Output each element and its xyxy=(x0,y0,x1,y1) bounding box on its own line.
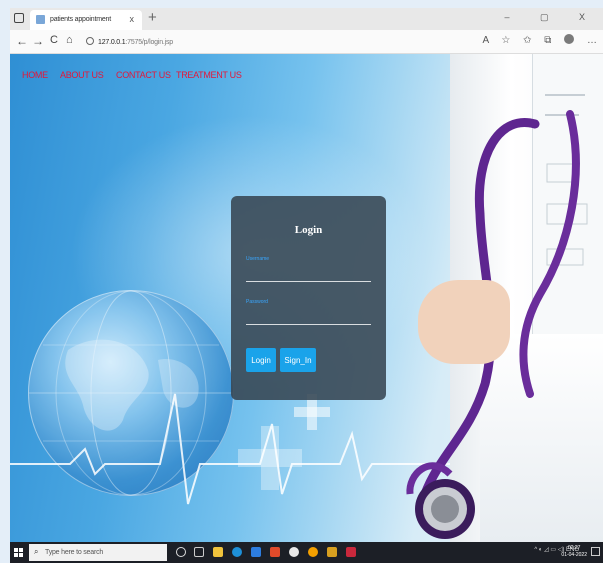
address-bar-row: ← → C ⌂ 127.0.0.1:7575/p/login.jsp A ☆ ✩… xyxy=(10,30,603,54)
taskbar-search-placeholder: Type here to search xyxy=(45,549,104,556)
window-controls[interactable]: – ▢ X xyxy=(504,12,599,23)
sign-in-button[interactable]: Sign_In xyxy=(280,348,316,372)
nav-treatment-link[interactable]: TREATMENT US xyxy=(176,70,242,80)
home-icon[interactable]: ⌂ xyxy=(66,34,73,46)
taskbar-search-box[interactable]: ⌕ Type here to search xyxy=(29,544,167,561)
site-info-icon[interactable] xyxy=(86,37,94,45)
windows-start-icon[interactable] xyxy=(14,548,24,558)
taskbar-clock[interactable]: 02:27 01-04-2022 xyxy=(561,545,587,559)
tab-title: patients appointment xyxy=(50,16,111,23)
login-card: Login Username Password Login Sign_In xyxy=(231,196,386,400)
login-button[interactable]: Login xyxy=(246,348,276,372)
settings-gear-icon[interactable] xyxy=(289,547,299,557)
profile-avatar[interactable] xyxy=(564,34,575,46)
acrobat-icon[interactable] xyxy=(346,547,356,557)
new-tab-button[interactable]: + xyxy=(148,9,157,26)
password-label: Password xyxy=(246,299,268,305)
search-icon: ⌕ xyxy=(34,547,39,556)
windows-taskbar: ⌕ Type here to search ^ ◐ ◿ ▭ ◁) ENG 02:… xyxy=(10,542,603,563)
forward-icon[interactable]: → xyxy=(32,34,44,48)
task-view-icon[interactable] xyxy=(194,547,204,557)
notification-icon[interactable] xyxy=(591,547,600,556)
collections-icon[interactable]: ⧉ xyxy=(544,35,551,46)
favorite-star-icon[interactable]: ☆ xyxy=(501,35,510,46)
refresh-icon[interactable]: C xyxy=(50,34,58,46)
cortana-icon[interactable] xyxy=(176,547,186,557)
screen: patients appointment x + – ▢ X ← → C ⌂ 1… xyxy=(0,0,603,563)
store-icon[interactable] xyxy=(251,547,261,557)
back-icon[interactable]: ← xyxy=(16,34,28,48)
file-explorer-icon[interactable] xyxy=(213,547,223,557)
nav-contact-link[interactable]: CONTACT US xyxy=(116,70,171,80)
browser-tab-bar: patients appointment x + – ▢ X xyxy=(10,8,603,30)
window-menu-icon[interactable] xyxy=(14,13,24,23)
password-input[interactable] xyxy=(246,313,371,325)
login-title: Login xyxy=(294,224,323,236)
url-field[interactable]: 127.0.0.1:7575/p/login.jsp xyxy=(86,37,173,46)
more-menu-icon[interactable]: … xyxy=(587,35,597,46)
sublime-icon[interactable] xyxy=(327,547,337,557)
favorites-icon[interactable]: ✩ xyxy=(523,35,531,46)
read-aloud-icon[interactable]: A xyxy=(482,35,488,46)
url-host: 127.0.0.1 xyxy=(98,39,126,46)
username-label: Username xyxy=(246,256,270,262)
chrome-icon[interactable] xyxy=(308,547,318,557)
username-input[interactable] xyxy=(246,270,371,282)
doctor-hand-image xyxy=(418,280,510,364)
clock-date: 01-04-2022 xyxy=(561,552,587,558)
browser-tab[interactable]: patients appointment x xyxy=(30,10,142,30)
nav-about-link[interactable]: ABOUT US xyxy=(60,70,104,80)
clock-time: 02:27 xyxy=(567,545,581,551)
java-icon[interactable] xyxy=(270,547,280,557)
favicon-icon xyxy=(36,15,45,24)
webpage: HOME ABOUT US CONTACT US TREATMENT US Lo… xyxy=(10,54,603,542)
medical-cross-large-icon xyxy=(238,426,302,490)
toolbar-icons: A ☆ ✩ ⧉ … xyxy=(472,34,597,46)
tab-close-icon[interactable]: x xyxy=(130,14,135,24)
url-path: :7575/p/login.jsp xyxy=(125,39,173,46)
edge-browser-icon[interactable] xyxy=(232,547,242,557)
nav-home-link[interactable]: HOME xyxy=(22,70,48,80)
